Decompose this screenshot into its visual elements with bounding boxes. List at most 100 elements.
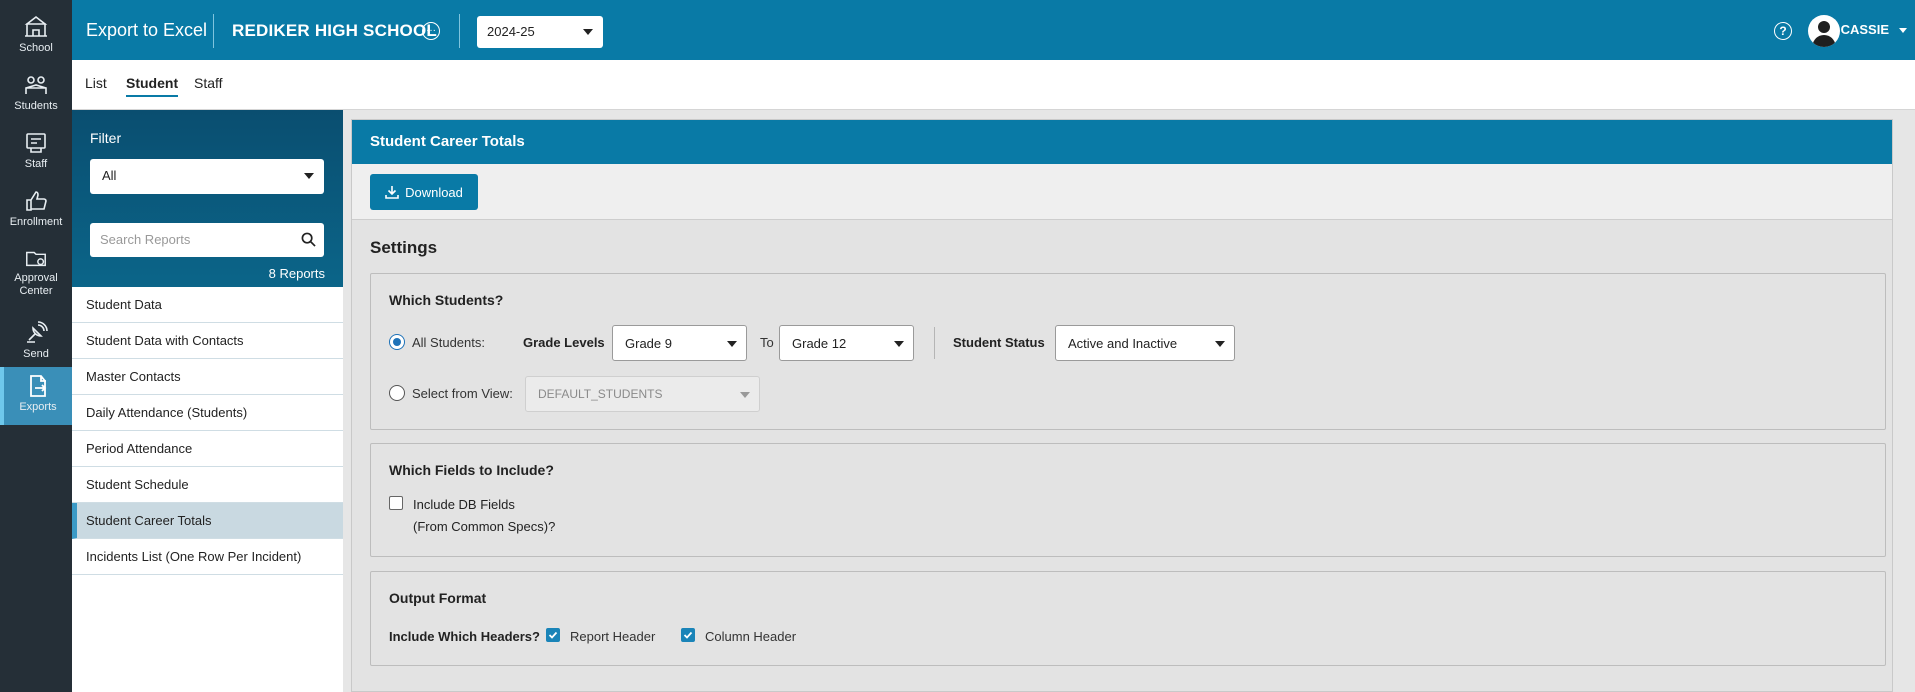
settings-title: Settings	[370, 238, 438, 257]
field-separator	[934, 327, 935, 359]
report-header-checkbox[interactable]	[546, 628, 560, 642]
grade-to-select[interactable]: Grade 12	[779, 325, 914, 361]
checkmark-icon	[548, 631, 558, 639]
export-icon	[30, 375, 47, 397]
search-input[interactable]: Search Reports	[90, 223, 324, 257]
chevron-down-icon	[727, 341, 737, 347]
sub-nav: List Student Staff	[72, 60, 1915, 110]
filter-select[interactable]: All	[90, 159, 324, 194]
chevron-down-icon	[894, 341, 904, 347]
grade-levels-label: Grade Levels	[523, 335, 605, 350]
chevron-down-icon	[583, 29, 593, 35]
all-students-radio[interactable]	[389, 334, 405, 350]
rail-item-staff[interactable]: Staff	[0, 124, 72, 182]
sidebar-filter-area: Filter All Search Reports 8 Reports	[72, 110, 343, 287]
report-item-incidents-list[interactable]: Incidents List (One Row Per Incident)	[72, 539, 343, 575]
report-main: Student Career Totals Download Settings …	[351, 119, 1893, 692]
select-from-view-label: Select from View:	[412, 386, 513, 401]
chevron-down-icon	[304, 173, 314, 179]
download-button[interactable]: Download	[370, 174, 478, 210]
checkmark-icon	[683, 631, 693, 639]
header-divider-2	[459, 14, 460, 48]
student-status-select[interactable]: Active and Inactive	[1055, 325, 1235, 361]
school-name[interactable]: REDIKER HIGH SCHOOL	[232, 21, 437, 41]
rail-label-school: School	[19, 42, 53, 54]
header-divider	[213, 14, 214, 48]
reports-count: 8 Reports	[268, 266, 325, 281]
report-item-master-contacts[interactable]: Master Contacts	[72, 359, 343, 395]
rail-item-school[interactable]: School	[0, 8, 72, 66]
output-format-panel: Output Format Include Which Headers? Rep…	[370, 571, 1886, 666]
grade-to-value: Grade 12	[792, 336, 847, 351]
download-label: Download	[405, 184, 463, 200]
rail-item-exports[interactable]: Exports	[0, 367, 72, 425]
filter-value: All	[102, 168, 117, 183]
download-icon	[385, 186, 399, 199]
report-item-student-schedule[interactable]: Student Schedule	[72, 467, 343, 503]
rail-item-send[interactable]: Send	[0, 314, 72, 372]
which-fields-panel: Which Fields to Include? Include DB Fiel…	[370, 443, 1886, 557]
students-icon	[25, 76, 47, 94]
folder-gear-icon	[26, 251, 46, 267]
report-item-student-data-with-contacts[interactable]: Student Data with Contacts	[72, 323, 343, 359]
report-item-daily-attendance[interactable]: Daily Attendance (Students)	[72, 395, 343, 431]
left-rail: School Students Staff Enrollment Approva…	[0, 0, 72, 692]
rail-label-exports: Exports	[19, 401, 57, 413]
help-icon[interactable]: ?	[1774, 22, 1792, 40]
school-icon	[24, 15, 48, 37]
tab-student[interactable]: Student	[126, 75, 179, 97]
include-headers-label: Include Which Headers?	[389, 629, 540, 644]
report-toolbar: Download	[352, 164, 1892, 220]
more-options-icon[interactable]: ···	[422, 22, 440, 40]
user-name[interactable]: CASSIE	[1841, 22, 1889, 37]
output-format-title: Output Format	[389, 590, 487, 606]
search-placeholder: Search Reports	[100, 232, 191, 247]
rail-label-staff: Staff	[24, 158, 48, 170]
student-status-label: Student Status	[953, 335, 1045, 350]
help-glyph: ?	[1779, 24, 1787, 38]
rail-item-enrollment[interactable]: Enrollment	[0, 182, 72, 240]
rail-label-enrollment: Enrollment	[9, 216, 63, 228]
rail-label-students: Students	[14, 100, 58, 112]
user-silhouette-icon	[1812, 21, 1836, 47]
chevron-down-icon	[740, 392, 750, 398]
report-sidebar: Filter All Search Reports 8 Reports Stud…	[72, 110, 343, 692]
view-value: DEFAULT_STUDENTS	[538, 387, 663, 401]
thumbs-up-icon	[26, 191, 47, 211]
avatar[interactable]	[1808, 15, 1840, 47]
school-year-value: 2024-25	[487, 24, 535, 39]
select-from-view-radio[interactable]	[389, 385, 405, 401]
to-label: To	[760, 335, 774, 350]
view-select: DEFAULT_STUDENTS	[525, 376, 760, 412]
which-students-title: Which Students?	[389, 292, 504, 308]
filter-label: Filter	[90, 130, 122, 146]
include-db-fields-checkbox[interactable]	[389, 496, 403, 510]
app-title: Export to Excel	[86, 20, 208, 40]
report-item-student-career-totals[interactable]: Student Career Totals	[72, 503, 343, 539]
tab-list[interactable]: List	[85, 75, 107, 95]
student-status-value: Active and Inactive	[1068, 336, 1178, 351]
grade-from-value: Grade 9	[625, 336, 672, 351]
satellite-icon	[27, 321, 48, 343]
include-db-fields-sublabel: (From Common Specs)?	[413, 519, 556, 534]
tab-staff[interactable]: Staff	[194, 75, 223, 95]
top-bar: Export to Excel REDIKER HIGH SCHOOL ··· …	[72, 0, 1915, 60]
all-students-label: All Students:	[412, 335, 485, 350]
report-item-student-data[interactable]: Student Data	[72, 287, 343, 323]
column-header-checkbox[interactable]	[681, 628, 695, 642]
search-icon[interactable]	[301, 232, 316, 247]
report-title: Student Career Totals	[352, 120, 1892, 164]
user-menu-chevron-icon[interactable]	[1899, 28, 1907, 33]
which-students-panel: Which Students? All Students: Grade Leve…	[370, 273, 1886, 430]
school-year-select[interactable]: 2024-25	[477, 16, 603, 48]
grade-from-select[interactable]: Grade 9	[612, 325, 747, 361]
column-header-label: Column Header	[705, 629, 797, 644]
rail-item-students[interactable]: Students	[0, 66, 72, 124]
report-list: Student Data Student Data with Contacts …	[72, 287, 343, 575]
report-item-period-attendance[interactable]: Period Attendance	[72, 431, 343, 467]
which-fields-title: Which Fields to Include?	[389, 462, 554, 478]
rail-item-approval-center[interactable]: Approval Center	[0, 240, 72, 298]
rail-label-send: Send	[23, 348, 49, 360]
include-db-fields-label: Include DB Fields	[413, 497, 515, 512]
chevron-down-icon	[1215, 341, 1225, 347]
